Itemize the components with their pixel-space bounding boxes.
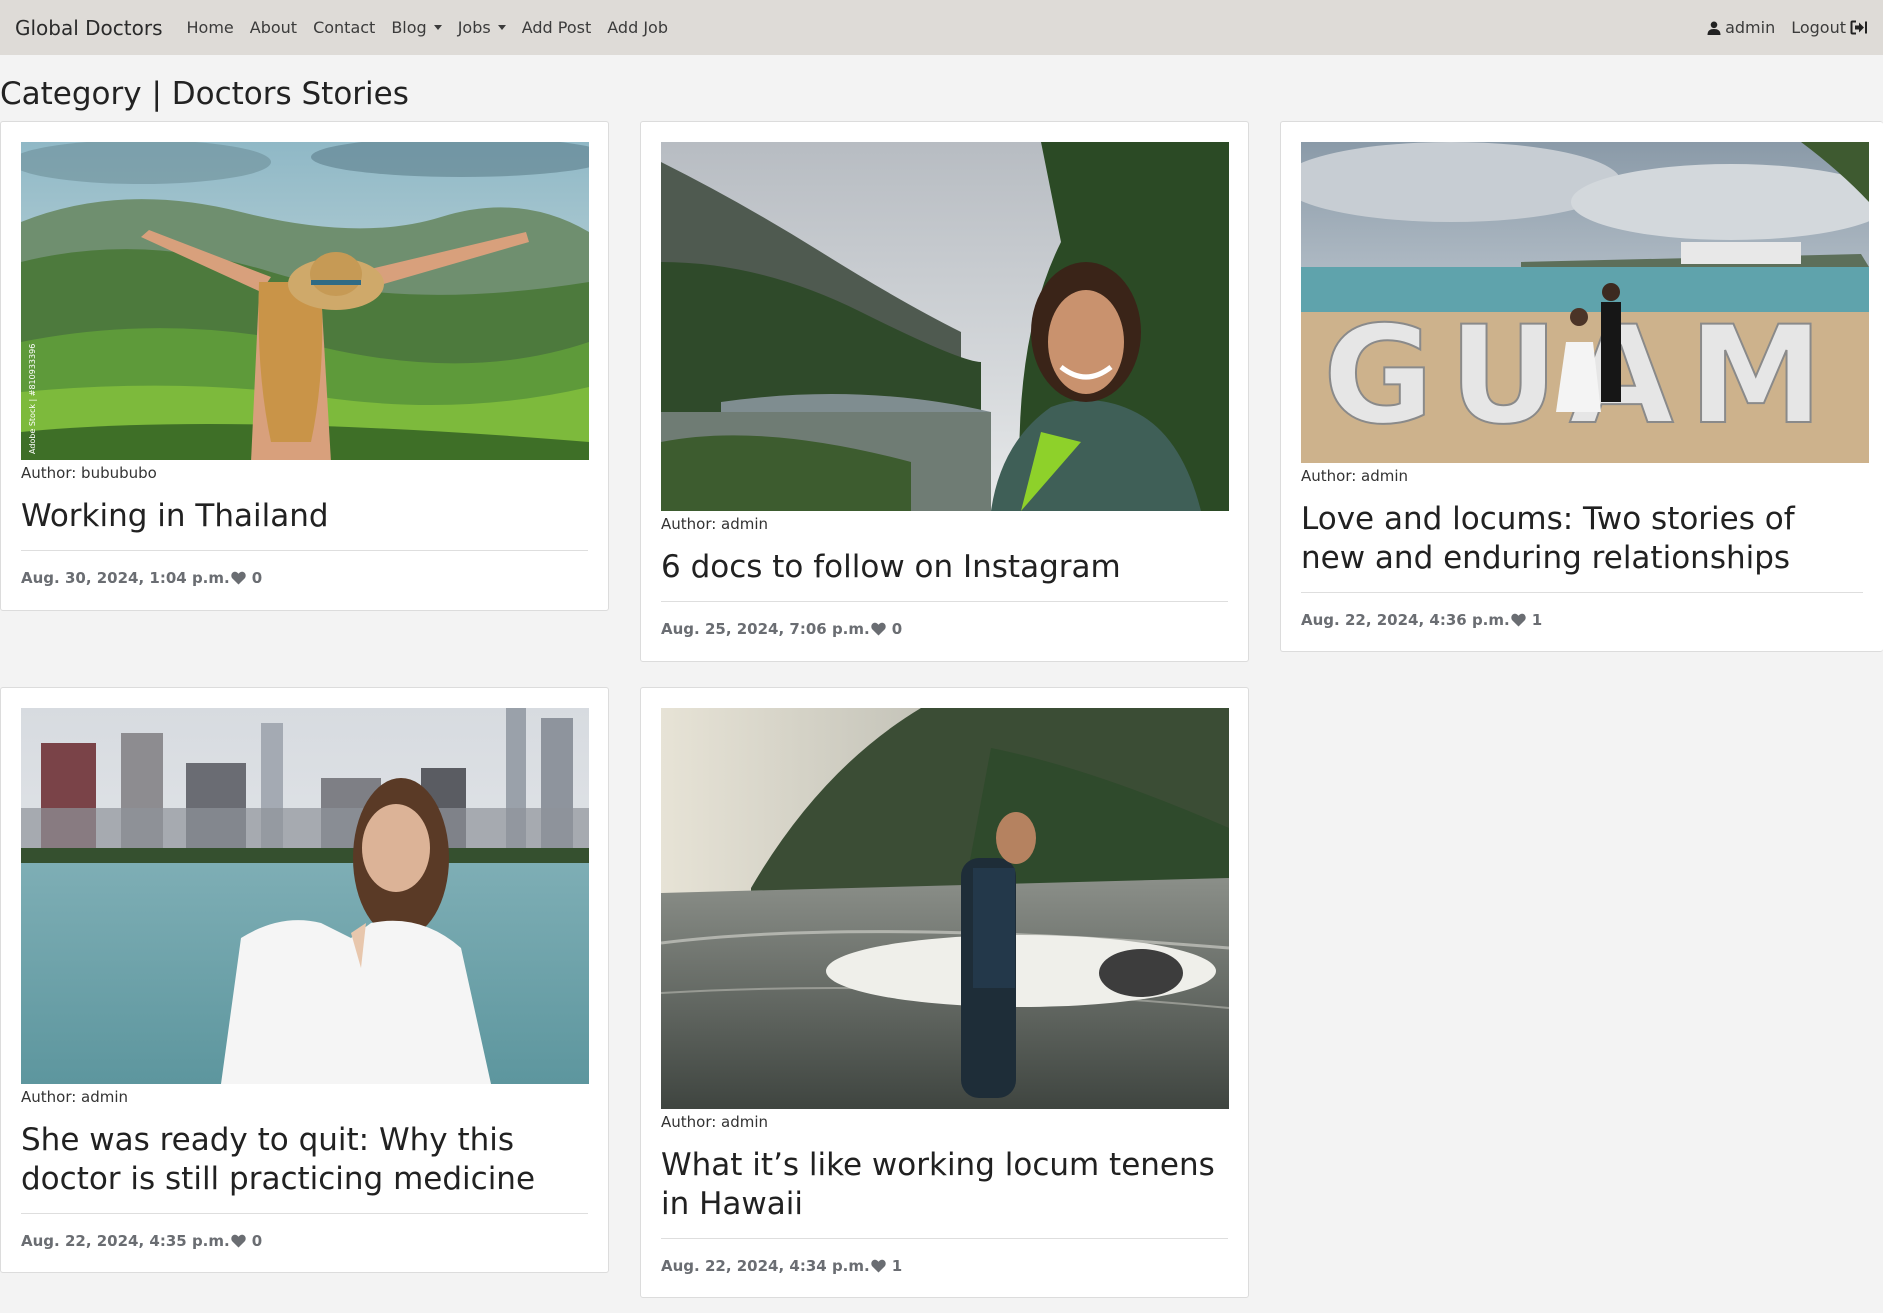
username-label: admin bbox=[1725, 18, 1776, 37]
logout-label: Logout bbox=[1791, 18, 1846, 37]
post-author: Author: admin bbox=[21, 1088, 129, 1106]
post-card: GUAM Author: admin Love and locums: Two … bbox=[1280, 121, 1883, 652]
post-meta: Aug. 30, 2024, 1:04 p.m. 0 bbox=[21, 551, 588, 605]
heart-icon[interactable] bbox=[871, 622, 886, 636]
like-count: 1 bbox=[1531, 611, 1543, 629]
post-image[interactable] bbox=[661, 708, 1229, 1109]
caret-down-icon bbox=[433, 25, 442, 30]
post-author: Author: admin bbox=[661, 1113, 769, 1131]
post-date: Aug. 22, 2024, 4:35 p.m. bbox=[21, 1232, 230, 1250]
heart-icon[interactable] bbox=[1511, 613, 1526, 627]
nav-links: Home About Contact Blog Jobs Add Post Ad… bbox=[187, 18, 684, 37]
post-title[interactable]: Love and locums: Two stories of new and … bbox=[1301, 500, 1863, 593]
heart-icon[interactable] bbox=[231, 571, 246, 585]
like-count: 0 bbox=[891, 620, 903, 638]
nav-contact[interactable]: Contact bbox=[313, 18, 375, 37]
like-count: 0 bbox=[251, 569, 263, 587]
post-title[interactable]: What it’s like working locum tenens in H… bbox=[661, 1146, 1228, 1239]
post-image[interactable]: GUAM bbox=[1301, 142, 1869, 463]
page-title: Category | Doctors Stories bbox=[0, 76, 409, 112]
nav-right: admin Logout bbox=[1691, 0, 1867, 55]
logout-link[interactable]: Logout bbox=[1791, 18, 1867, 37]
post-card: Author: admin What it’s like working loc… bbox=[640, 687, 1249, 1298]
post-date: Aug. 22, 2024, 4:36 p.m. bbox=[1301, 611, 1510, 629]
post-title[interactable]: She was ready to quit: Why this doctor i… bbox=[21, 1121, 588, 1214]
logout-icon bbox=[1850, 20, 1867, 35]
post-author: Author: admin bbox=[661, 515, 769, 533]
post-date: Aug. 25, 2024, 7:06 p.m. bbox=[661, 620, 870, 638]
nav-home[interactable]: Home bbox=[187, 18, 234, 37]
post-author: Author: bubububo bbox=[21, 464, 157, 482]
caret-down-icon bbox=[497, 25, 506, 30]
like-count: 0 bbox=[251, 1232, 263, 1250]
post-image[interactable]: Adobe Stock | #810933396 bbox=[21, 142, 589, 460]
user-profile-link[interactable]: admin bbox=[1707, 18, 1775, 37]
nav-add-job[interactable]: Add Job bbox=[607, 18, 668, 37]
nav-blog-label: Blog bbox=[391, 18, 427, 37]
post-meta: Aug. 22, 2024, 4:35 p.m. 0 bbox=[21, 1214, 588, 1268]
user-icon bbox=[1707, 21, 1721, 35]
post-card: Author: admin 6 docs to follow on Instag… bbox=[640, 121, 1249, 662]
post-meta: Aug. 22, 2024, 4:34 p.m. 1 bbox=[661, 1239, 1228, 1293]
post-date: Aug. 30, 2024, 1:04 p.m. bbox=[21, 569, 230, 587]
nav-add-post[interactable]: Add Post bbox=[522, 18, 592, 37]
nav-about[interactable]: About bbox=[250, 18, 297, 37]
post-title[interactable]: Working in Thailand bbox=[21, 497, 588, 551]
heart-icon[interactable] bbox=[871, 1259, 886, 1273]
image-watermark: Adobe Stock | #810933396 bbox=[28, 344, 37, 454]
brand-link[interactable]: Global Doctors bbox=[15, 16, 163, 40]
nav-blog-dropdown[interactable]: Blog bbox=[391, 18, 442, 37]
like-count: 1 bbox=[891, 1257, 903, 1275]
post-meta: Aug. 25, 2024, 7:06 p.m. 0 bbox=[661, 602, 1228, 656]
post-image[interactable] bbox=[661, 142, 1229, 511]
post-author: Author: admin bbox=[1301, 467, 1409, 485]
heart-icon[interactable] bbox=[231, 1234, 246, 1248]
nav-jobs-label: Jobs bbox=[457, 18, 491, 37]
post-card: Author: admin She was ready to quit: Why… bbox=[0, 687, 609, 1273]
post-date: Aug. 22, 2024, 4:34 p.m. bbox=[661, 1257, 870, 1275]
post-title[interactable]: 6 docs to follow on Instagram bbox=[661, 548, 1228, 602]
post-image[interactable] bbox=[21, 708, 589, 1084]
navbar: Global Doctors Home About Contact Blog J… bbox=[0, 0, 1883, 55]
post-meta: Aug. 22, 2024, 4:36 p.m. 1 bbox=[1301, 593, 1863, 647]
nav-jobs-dropdown[interactable]: Jobs bbox=[458, 18, 506, 37]
post-card: Adobe Stock | #810933396 Author: bububub… bbox=[0, 121, 609, 611]
